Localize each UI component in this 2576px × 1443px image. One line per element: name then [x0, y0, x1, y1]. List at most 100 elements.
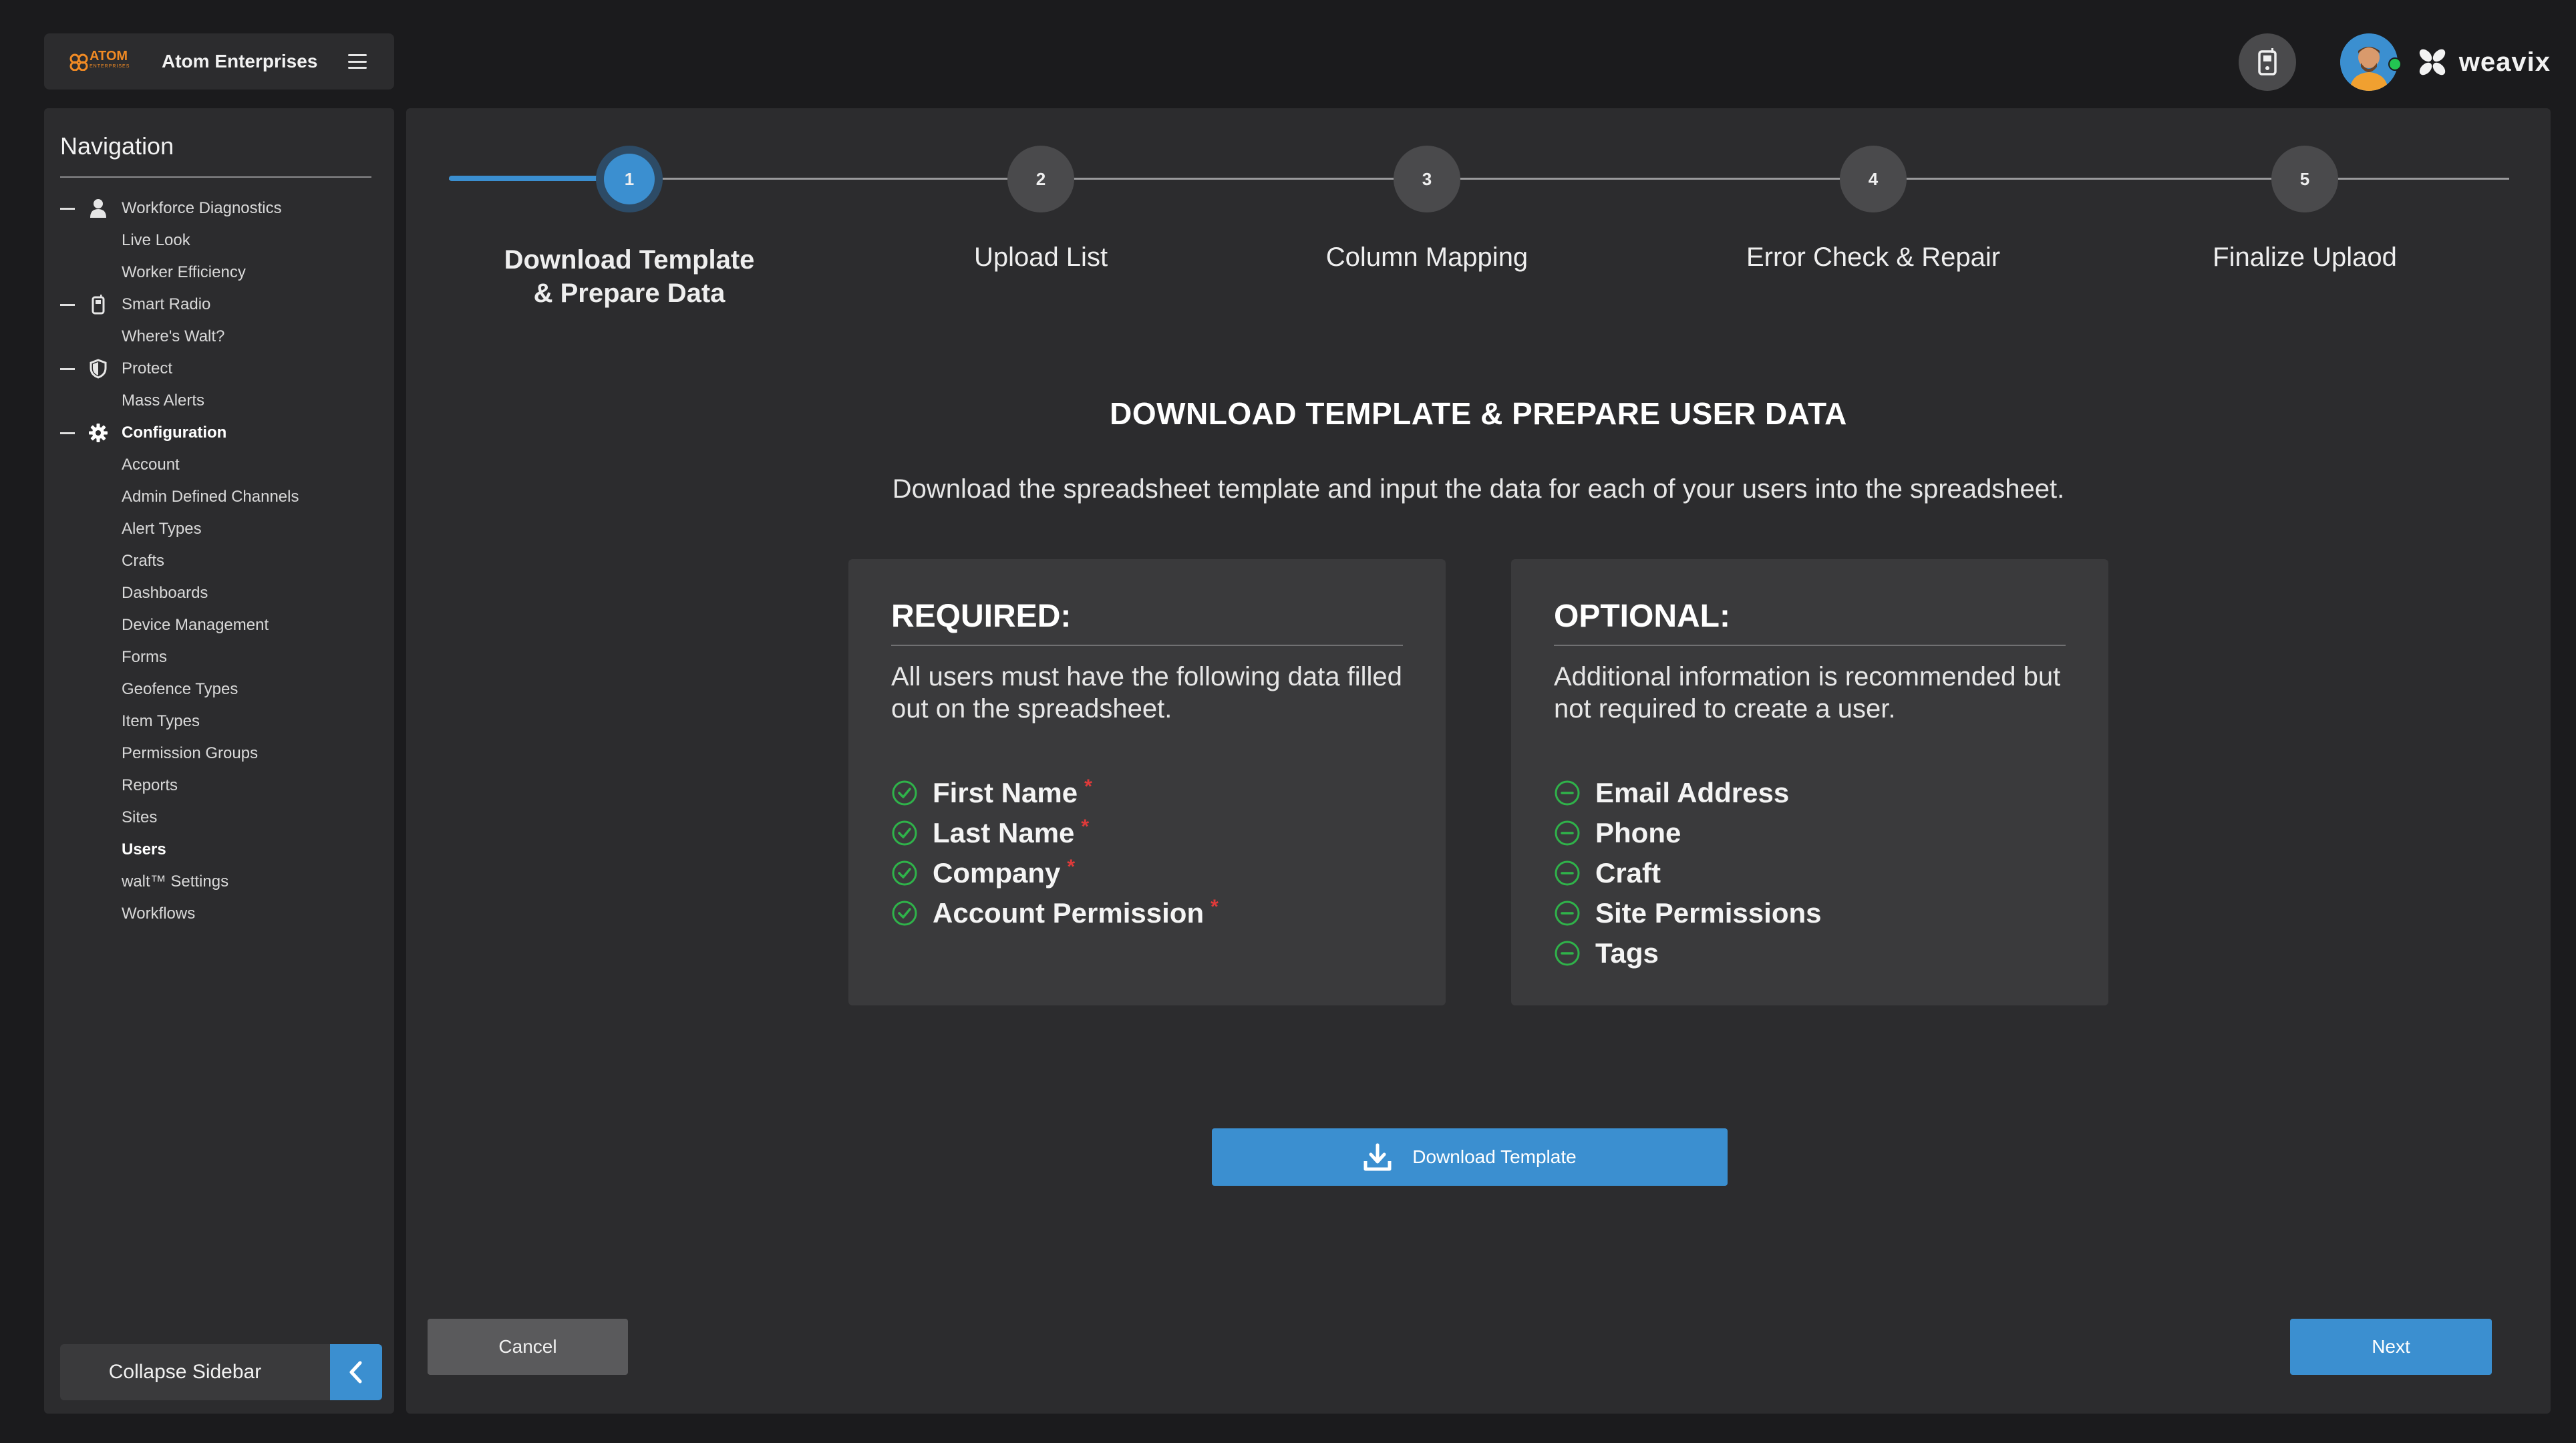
optional-field-list: Email Address Phone Craft Site Permissio…	[1554, 773, 1821, 973]
list-item: Site Permissions	[1554, 893, 1821, 933]
weavix-logo-icon	[2419, 49, 2446, 75]
nav-list: Workforce Diagnostics Live Look Worker Eff…	[60, 192, 374, 930]
sidebar-item-label: Where's Walt?	[122, 327, 225, 345]
collapse-dash-icon[interactable]	[60, 207, 75, 210]
online-status-dot	[2388, 57, 2402, 71]
optional-field-label: Site Permissions	[1595, 897, 1822, 929]
required-divider	[891, 645, 1403, 646]
sidebar-item-account[interactable]: Account	[60, 449, 374, 481]
sidebar-item-workflows[interactable]: Workflows	[60, 898, 374, 930]
sidebar-item-workforce-diagnostics[interactable]: Workforce Diagnostics	[60, 192, 374, 224]
weavix-wordmark: weavix	[2458, 47, 2551, 77]
step-5-label: Finalize Uplaod	[2213, 243, 2397, 272]
sidebar-item-users[interactable]: Users	[60, 834, 374, 866]
sidebar-item-sites[interactable]: Sites	[60, 802, 374, 834]
sidebar-item-label: Permission Groups	[122, 744, 259, 762]
step-5-circle: 5	[2271, 146, 2338, 212]
sidebar-item-label: Live Look	[122, 231, 190, 249]
sidebar-item-admin-defined-channels[interactable]: Admin Defined Channels	[60, 481, 374, 513]
sidebar-item-label: Alert Types	[122, 520, 202, 538]
sidebar-item-item-types[interactable]: Item Types	[60, 705, 374, 738]
atom-logo-icon	[69, 53, 88, 71]
sidebar-item-geofence-types[interactable]: Geofence Types	[60, 673, 374, 705]
optional-divider	[1554, 645, 2066, 646]
sidebar-item-dashboards[interactable]: Dashboards	[60, 577, 374, 609]
download-template-button[interactable]: Download Template	[1212, 1128, 1728, 1186]
weavix-logo: weavix	[2414, 43, 2551, 81]
minus-circle-icon	[1555, 860, 1580, 886]
stepper-track	[449, 178, 2509, 180]
minus-circle-icon	[1555, 901, 1580, 926]
sidebar-item-label: Users	[122, 840, 166, 858]
list-item: Company *	[891, 853, 1219, 893]
optional-description: Additional information is recommended bu…	[1554, 662, 2061, 724]
sidebar-item-smart-radio[interactable]: Smart Radio	[60, 289, 374, 321]
sidebar-item-protect[interactable]: Protect	[60, 353, 374, 385]
sidebar-item-device-management[interactable]: Device Management	[60, 609, 374, 641]
list-item: Account Permission *	[891, 893, 1219, 933]
sidebar-item-mass-alerts[interactable]: Mass Alerts	[60, 385, 374, 417]
sidebar-item-label: Protect	[122, 359, 173, 377]
sidebar-item-forms[interactable]: Forms	[60, 641, 374, 673]
sidebar-item-label: Crafts	[122, 552, 165, 570]
required-marker: *	[1084, 776, 1092, 798]
person-icon	[88, 198, 108, 218]
list-item: Email Address	[1554, 773, 1821, 813]
sidebar-item-alert-types[interactable]: Alert Types	[60, 513, 374, 545]
list-item: Tags	[1554, 933, 1821, 973]
list-item: Craft	[1554, 853, 1821, 893]
collapse-dash-icon[interactable]	[60, 367, 75, 370]
radio-icon	[88, 295, 108, 315]
sidebar-item-label: Configuration	[122, 424, 227, 442]
sidebar-item-label: Admin Defined Channels	[122, 488, 299, 506]
sidebar-item-worker-efficiency[interactable]: Worker Efficiency	[60, 257, 374, 289]
sidebar-item-label: Device Management	[122, 616, 269, 634]
collapse-sidebar-label: Collapse Sidebar	[108, 1361, 262, 1383]
sidebar-item-label: Mass Alerts	[122, 391, 205, 410]
sidebar-item-crafts[interactable]: Crafts	[60, 545, 374, 577]
step-2-label: Upload List	[973, 243, 1108, 272]
required-field-label: Last Name	[933, 817, 1075, 848]
top-right-toolbar: weavix	[2238, 32, 2551, 92]
optional-field-label: Craft	[1595, 857, 1661, 889]
required-field-label: First Name	[933, 777, 1078, 808]
collapse-dash-icon[interactable]	[60, 303, 75, 306]
required-title: REQUIRED:	[891, 599, 1072, 634]
minus-circle-icon	[1555, 780, 1580, 806]
required-marker: *	[1067, 856, 1076, 878]
collapse-sidebar-button[interactable]: Collapse Sidebar	[60, 1344, 382, 1400]
check-circle-icon	[892, 820, 917, 846]
page-title: DOWNLOAD TEMPLATE & PREPARE USER DATA	[1110, 396, 1847, 431]
check-circle-icon	[892, 780, 917, 806]
download-template-label: Download Template	[1412, 1146, 1577, 1167]
cancel-button[interactable]: Cancel	[428, 1319, 628, 1375]
minus-circle-icon	[1555, 941, 1580, 966]
sidebar-item-walt-settings[interactable]: walt™ Settings	[60, 866, 374, 898]
next-button[interactable]: Next	[2290, 1319, 2492, 1375]
collapse-dash-icon[interactable]	[60, 432, 75, 434]
sidebar-item-reports[interactable]: Reports	[60, 770, 374, 802]
optional-field-label: Tags	[1595, 937, 1659, 969]
avatar[interactable]	[2340, 33, 2402, 91]
required-field-label: Company	[933, 857, 1061, 889]
logo-subtext: ENTERPRISES	[90, 64, 130, 69]
menu-icon[interactable]	[348, 54, 367, 69]
required-marker: *	[1211, 896, 1219, 918]
required-description: All users must have the following data f…	[891, 662, 1402, 724]
sidebar-item-label: Worker Efficiency	[122, 263, 246, 281]
optional-field-label: Phone	[1595, 817, 1681, 848]
sidebar-item-where-s-walt[interactable]: Where's Walt?	[60, 321, 374, 353]
device-button[interactable]	[2238, 33, 2296, 91]
minus-circle-icon	[1555, 820, 1580, 846]
org-name: Atom Enterprises	[162, 51, 318, 71]
chevron-left-icon[interactable]	[330, 1344, 382, 1400]
sidebar-item-live-look[interactable]: Live Look	[60, 224, 374, 257]
check-circle-icon	[892, 901, 917, 926]
sidebar-item-permission-groups[interactable]: Permission Groups	[60, 738, 374, 770]
optional-card: OPTIONAL: Additional information is reco…	[1511, 559, 2108, 1005]
sidebar-item-configuration[interactable]: Configuration	[60, 417, 374, 449]
company-logo: ATOM ENTERPRISES	[69, 48, 134, 75]
sidebar-item-label: Forms	[122, 648, 167, 666]
sidebar: Navigation Workforce Diagnostics Live Loo…	[44, 108, 394, 1414]
list-item: First Name *	[891, 773, 1219, 813]
